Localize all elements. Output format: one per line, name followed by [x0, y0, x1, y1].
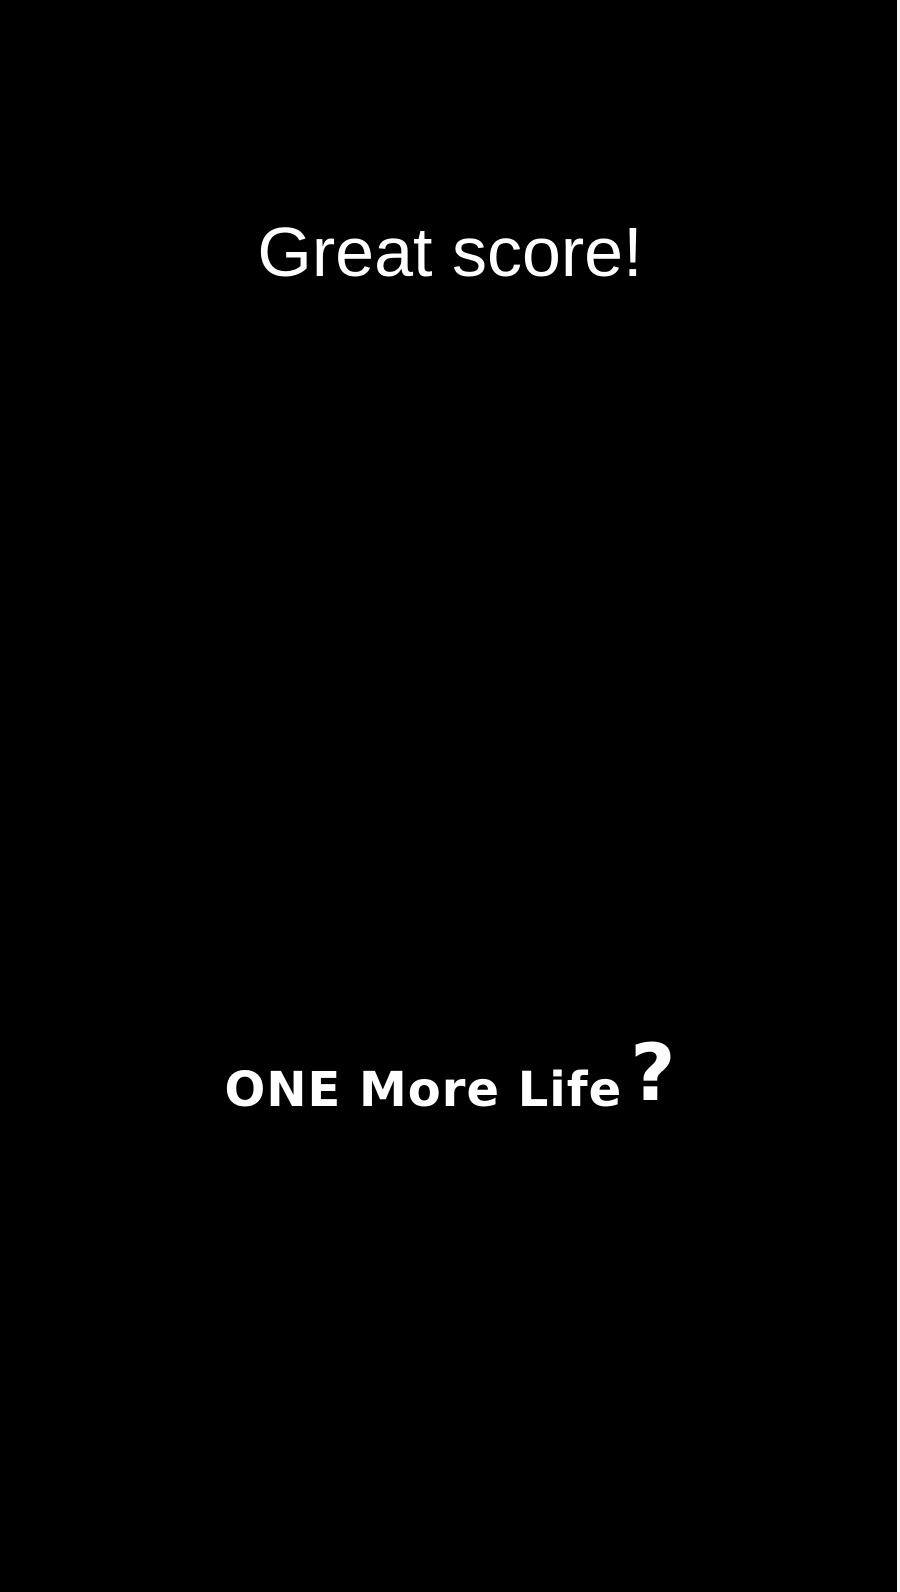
- game-over-screen: Great score! ONE More Life?: [0, 0, 900, 1592]
- question-mark-glyph: ?: [630, 1029, 676, 1119]
- one-more-life-label: ONE More Life: [224, 1062, 623, 1118]
- score-headline: Great score!: [257, 213, 643, 291]
- one-more-life-button[interactable]: ONE More Life?: [0, 1034, 900, 1120]
